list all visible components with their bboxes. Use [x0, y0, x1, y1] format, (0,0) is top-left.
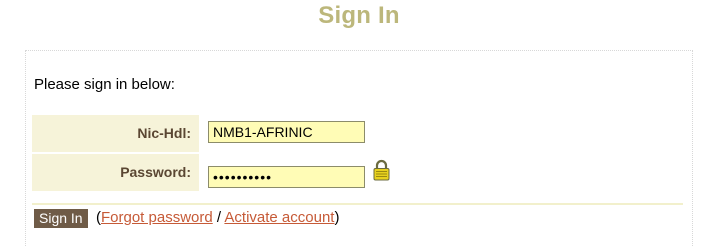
- nic-hdl-input[interactable]: [208, 121, 365, 143]
- signin-intro-text: Please sign in below:: [34, 76, 175, 93]
- form-divider: [32, 203, 683, 205]
- forgot-password-link[interactable]: Forgot password: [101, 209, 213, 226]
- nic-hdl-label: Nic-Hdl:: [32, 115, 199, 152]
- padlock-icon: [373, 159, 390, 181]
- sign-in-button[interactable]: Sign In: [34, 209, 88, 228]
- page-title: Sign In: [318, 2, 400, 29]
- account-links: (Forgot password / Activate account): [96, 208, 339, 228]
- activate-account-link[interactable]: Activate account: [224, 209, 334, 226]
- close-paren: ): [334, 209, 340, 226]
- password-label: Password:: [32, 154, 199, 191]
- link-separator: /: [212, 209, 225, 226]
- password-input[interactable]: [208, 166, 365, 188]
